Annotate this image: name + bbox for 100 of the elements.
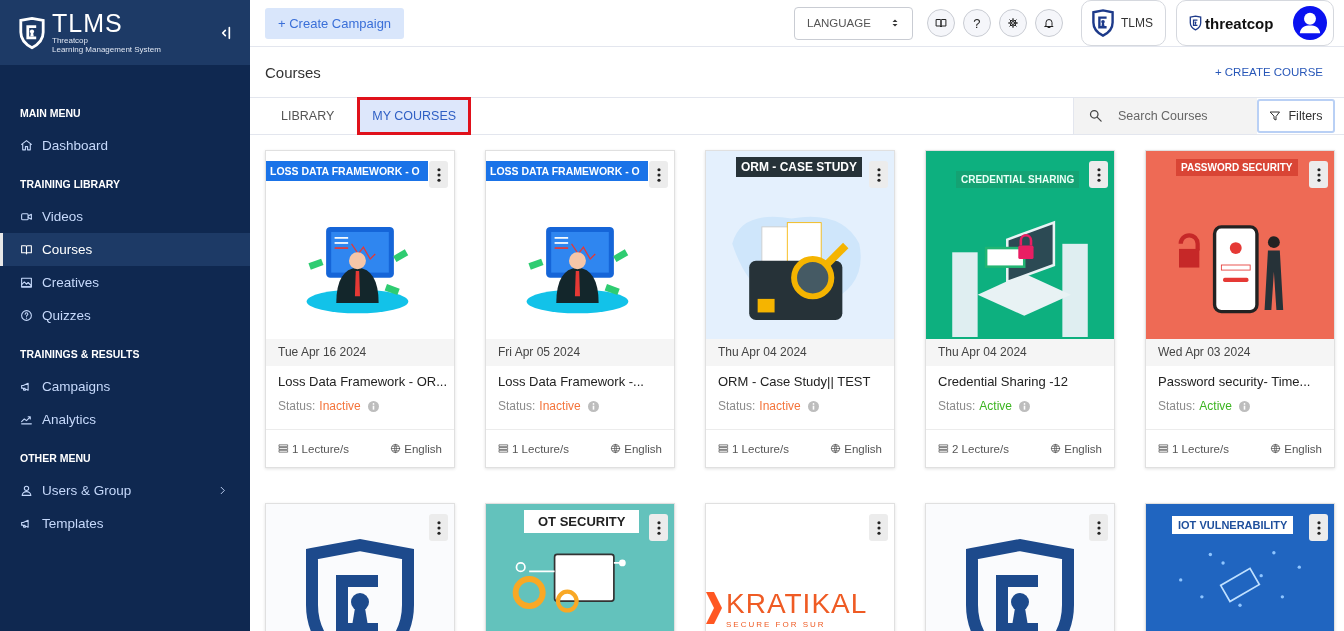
course-card[interactable]: LOSS DATA FRAMEWORK - O Fri Apr 05 2024 Loss Data Framework -... Status: Inactive 1 Lecture/s English [485,150,675,468]
course-date: Fri Apr 05 2024 [486,339,674,366]
more-options-button[interactable] [1089,161,1108,188]
status-label: Status: [1158,399,1196,413]
status-value: Inactive [539,399,581,413]
more-options-button[interactable] [1309,514,1328,541]
settings-button[interactable] [999,9,1027,37]
status-label: Status: [278,399,316,413]
more-options-button[interactable] [429,161,448,188]
info-icon [367,400,379,412]
company-profile[interactable]: threatcop [1176,0,1334,46]
stack-icon [1158,443,1169,454]
more-options-button[interactable] [649,161,668,188]
info-icon [587,400,599,412]
shield-logo-icon [1189,15,1202,31]
course-date: Wed Apr 03 2024 [1146,339,1334,366]
help-button[interactable]: ? [963,9,991,37]
section-heading: OTHER MENU [19,451,92,466]
sidebar-item[interactable]: Courses [0,233,250,266]
book-icon [20,243,33,256]
kebab-icon [1096,167,1101,182]
course-card[interactable]: ORM - CASE STUDY Thu Apr 04 2024 ORM - Case Study|| TEST Status: Inactive 1 Lecture/s English [705,150,895,468]
course-language: English [1064,442,1102,455]
tab[interactable]: LIBRARY [266,97,350,135]
create-campaign-button[interactable]: + Create Campaign [265,7,405,39]
course-language: English [404,442,442,455]
lecture-count: 2 Lecture/s [952,442,1009,455]
more-options-button[interactable] [649,514,668,541]
sidebar-item[interactable]: Campaigns [0,370,250,403]
logo-tagline: SECURE FOR SUR [726,619,827,629]
thumbnail-banner: OT SECURITY [524,510,640,533]
thumbnail-banner: ORM - CASE STUDY [736,157,862,177]
shield-logo-icon [1091,9,1115,37]
section-heading: MAIN MENU [19,106,82,121]
trend-chart-icon [20,413,33,426]
globe-icon [390,443,402,454]
course-card[interactable]: IOT VULNERABILITY [1145,503,1335,631]
page-title: Courses [265,63,321,81]
lecture-count: 1 Lecture/s [292,442,349,455]
course-date: Thu Apr 04 2024 [706,339,894,366]
globe-icon [830,443,842,454]
logo-title: TLMS [52,11,124,36]
more-options-button[interactable] [1089,514,1108,541]
search-field[interactable]: Search Courses [1073,98,1257,134]
course-language: English [1284,442,1322,455]
course-date: Thu Apr 04 2024 [926,339,1114,366]
globe-icon [1270,443,1282,454]
status-value: Active [1199,399,1233,413]
thumbnail-banner: CREDENTIAL SHARING [956,171,1080,188]
filter-icon [1269,110,1282,122]
section-heading: TRAINING LIBRARY [19,177,121,192]
thumbnail-banner: LOSS DATA FRAMEWORK - O [266,161,428,181]
info-icon [1239,400,1251,412]
tab[interactable]: MY COURSES [357,97,472,135]
course-card[interactable]: PASSWORD SECURITY Wed Apr 03 2024 Password security- Time... Status: Active 1 Lecture/s English [1145,150,1335,468]
book-icon [935,17,947,29]
product-switcher[interactable]: TLMS [1081,0,1166,46]
stack-icon [498,443,509,454]
section-heading: TRAININGS & RESULTS [19,347,141,362]
sidebar-item[interactable]: Creatives [0,266,250,299]
shield-logo-icon [18,15,46,50]
sidebar-item[interactable]: Analytics [0,403,250,436]
create-course-link[interactable]: + CREATE COURSE [1214,66,1323,78]
course-card[interactable]: LOSS DATA FRAMEWORK - O Tue Apr 16 2024 Loss Data Framework - OR... Status: Inactive 1 Lecture/s English [265,150,455,468]
sidebar-item[interactable]: Quizzes [0,299,250,332]
thumbnail-banner: LOSS DATA FRAMEWORK - O [486,161,648,181]
filters-button[interactable]: Filters [1257,99,1335,133]
guide-button[interactable] [927,9,955,37]
sidebar-item[interactable]: Users & Group [0,474,250,507]
more-options-button[interactable] [1309,161,1328,188]
company-logo: threatcop [1189,14,1274,32]
more-options-button[interactable] [429,514,448,541]
logo-text: KRATIKAL [726,587,868,620]
avatar-icon [1293,6,1327,40]
lecture-count: 1 Lecture/s [1172,442,1229,455]
logo-subtitle: Threatcop [52,36,90,45]
course-title: Loss Data Framework -... [498,374,645,389]
course-card[interactable]: KRATIKAL SECURE FOR SUR [705,503,895,631]
bell-icon [1043,17,1055,29]
status-value: Active [979,399,1013,413]
status-label: Status: [498,399,536,413]
lecture-count: 1 Lecture/s [512,442,569,455]
language-select[interactable]: LANGUAGE [794,6,913,40]
sidebar-item[interactable]: Videos [0,200,250,233]
kebab-icon [876,520,881,535]
course-card[interactable]: CREDENTIAL SHARING Thu Apr 04 2024 Credential Sharing -12 Status: Active 2 Lecture/s English [925,150,1115,468]
home-icon [20,139,33,152]
more-options-button[interactable] [869,161,888,188]
video-camera-icon [20,210,33,223]
sidebar-item[interactable]: Templates [0,507,250,540]
thumbnail-banner: PASSWORD SECURITY [1176,159,1298,176]
status-value: Inactive [759,399,801,413]
notifications-button[interactable] [1035,9,1063,37]
course-card[interactable]: OT SECURITY [485,503,675,631]
more-options-button[interactable] [869,514,888,541]
globe-icon [1050,443,1062,454]
status-value: Inactive [319,399,361,413]
user-icon [20,484,33,497]
kebab-icon [1316,520,1321,535]
sidebar-item[interactable]: Dashboard [0,129,250,162]
